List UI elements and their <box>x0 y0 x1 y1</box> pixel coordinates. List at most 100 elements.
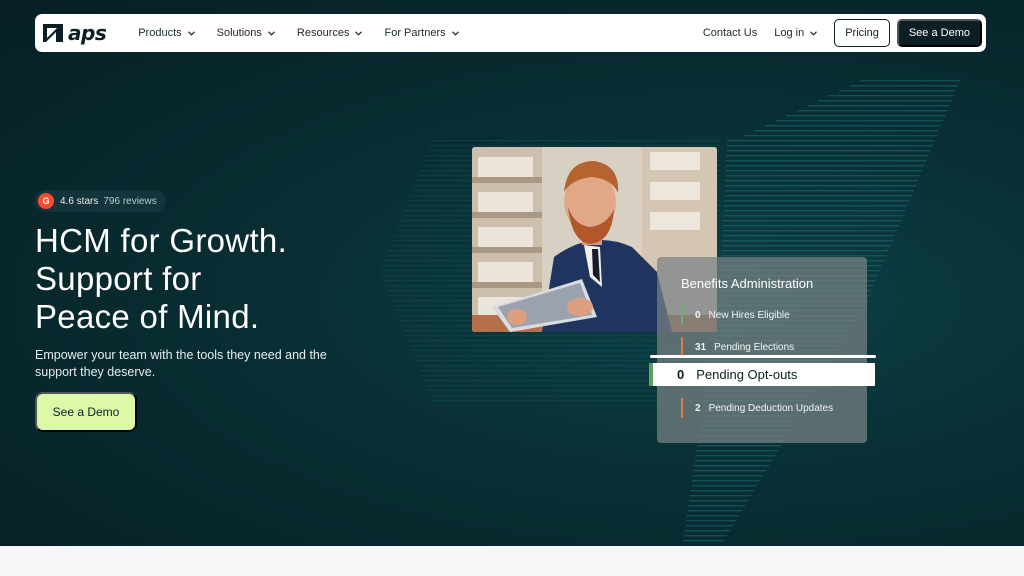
stripe-line <box>692 480 760 482</box>
status-bar-orange <box>681 398 683 418</box>
chevron-down-icon <box>355 30 363 36</box>
see-demo-nav-button[interactable]: See a Demo <box>896 19 982 47</box>
nav-resources-label: Resources <box>296 27 350 39</box>
headline-line-3: Peace of Mind. <box>35 298 260 335</box>
stripe-line <box>765 125 942 127</box>
card-row-pending-elections: 31 Pending Elections <box>681 337 794 357</box>
stripe-line <box>797 110 948 112</box>
stripe-line <box>723 220 902 222</box>
row-label: Pending Elections <box>714 341 795 353</box>
stripe-line <box>725 175 921 177</box>
stripe-line <box>818 100 952 102</box>
stripe-line <box>721 250 889 252</box>
nav-solutions-label: Solutions <box>216 27 262 39</box>
stripe-line <box>724 190 914 192</box>
stripe-line <box>786 115 946 117</box>
stripe-line <box>722 235 895 237</box>
stripe-line <box>686 520 736 522</box>
benefits-card-title: Benefits Administration <box>681 276 814 291</box>
stripe-line <box>828 95 954 97</box>
stripe-line <box>724 200 910 202</box>
hero-section: aps Products Solutions Resources For Par… <box>0 0 1024 546</box>
see-demo-hero-button[interactable]: See a Demo <box>35 392 137 432</box>
stripe-line <box>725 165 925 167</box>
stripe-line <box>693 470 766 472</box>
row-count: 0 <box>695 309 701 321</box>
nav-menu: Products Solutions Resources For Partner… <box>138 27 480 39</box>
stripe-line <box>432 140 720 142</box>
chevron-down-icon <box>451 30 459 36</box>
chevron-down-icon <box>267 30 275 36</box>
status-bar-green <box>681 305 683 325</box>
card-row-pending-optouts: 0 Pending Opt-outs <box>649 363 875 386</box>
top-navbar: aps Products Solutions Resources For Par… <box>35 14 986 52</box>
stripe-line <box>725 170 923 172</box>
hero-subtext: Empower your team with the tools they ne… <box>35 348 327 379</box>
stripe-line <box>721 245 891 247</box>
stripe-line <box>722 240 893 242</box>
stripe-line <box>726 155 929 157</box>
hero-headline: HCM for Growth. Support for Peace of Min… <box>35 222 365 336</box>
contact-us-link[interactable]: Contact Us <box>703 27 757 39</box>
stripe-line <box>724 195 912 197</box>
stripe-line <box>726 150 931 152</box>
stripe-line <box>691 485 757 487</box>
stripe-line <box>695 460 772 462</box>
stripe-line <box>726 145 933 147</box>
logo-text: aps <box>68 21 107 45</box>
row-label: New Hires Eligible <box>708 309 790 321</box>
chevron-down-icon <box>187 30 195 36</box>
row-count: 2 <box>695 402 701 414</box>
nav-right: Contact Us Log in Pricing See a Demo <box>703 19 986 47</box>
stripe-line <box>725 180 918 182</box>
rating-badge[interactable]: G 4.6 stars 796 reviews <box>35 190 166 212</box>
nav-resources[interactable]: Resources <box>297 27 363 39</box>
stripe-line <box>723 215 904 217</box>
stripe-line <box>727 140 935 142</box>
aps-logo[interactable]: aps <box>42 14 107 52</box>
stripe-line <box>683 540 724 542</box>
stripe-line <box>697 445 781 447</box>
stripe-line <box>689 500 748 502</box>
stripe-line <box>683 535 727 537</box>
status-bar-orange <box>681 337 683 357</box>
headline-line-2: Support for <box>35 260 202 297</box>
pricing-button[interactable]: Pricing <box>834 19 890 47</box>
stripe-line <box>688 505 745 507</box>
card-row-deduction-updates: 2 Pending Deduction Updates <box>681 398 833 418</box>
stripe-line <box>689 495 751 497</box>
stripe-line <box>722 225 900 227</box>
nav-solutions[interactable]: Solutions <box>217 27 275 39</box>
login-dropdown[interactable]: Log in <box>774 27 818 39</box>
stripe-line <box>692 475 763 477</box>
stripe-line <box>723 205 908 207</box>
stripe-line <box>744 135 937 137</box>
row-count: 0 <box>677 367 685 382</box>
stripe-line <box>860 80 960 82</box>
stripe-line <box>695 455 775 457</box>
stripe-line <box>690 490 754 492</box>
login-label: Log in <box>774 27 805 39</box>
nav-for-partners[interactable]: For Partners <box>384 27 459 39</box>
rating-reviews: 796 reviews <box>103 195 157 207</box>
stripe-line <box>696 450 778 452</box>
stripe-line <box>686 515 739 517</box>
status-bar-green <box>649 363 653 386</box>
nav-for-partners-label: For Partners <box>384 27 446 39</box>
g2-logo-icon: G <box>38 193 54 209</box>
stripe-line <box>839 90 956 92</box>
stripe-line <box>694 465 769 467</box>
nav-products-label: Products <box>138 27 182 39</box>
card-row-new-hires: 0 New Hires Eligible <box>681 305 790 325</box>
stripe-line <box>849 85 958 87</box>
stripe-line <box>755 130 939 132</box>
row-label: Pending Deduction Updates <box>708 402 834 414</box>
card-divider <box>650 355 876 358</box>
headline-line-1: HCM for Growth. <box>35 222 288 259</box>
benefits-card: Benefits Administration 0 New Hires Elig… <box>657 257 867 443</box>
nav-products[interactable]: Products <box>138 27 195 39</box>
stripe-line <box>776 120 944 122</box>
rating-stars: 4.6 stars <box>60 195 99 207</box>
stripe-line <box>722 230 897 232</box>
stripe-line <box>723 210 906 212</box>
